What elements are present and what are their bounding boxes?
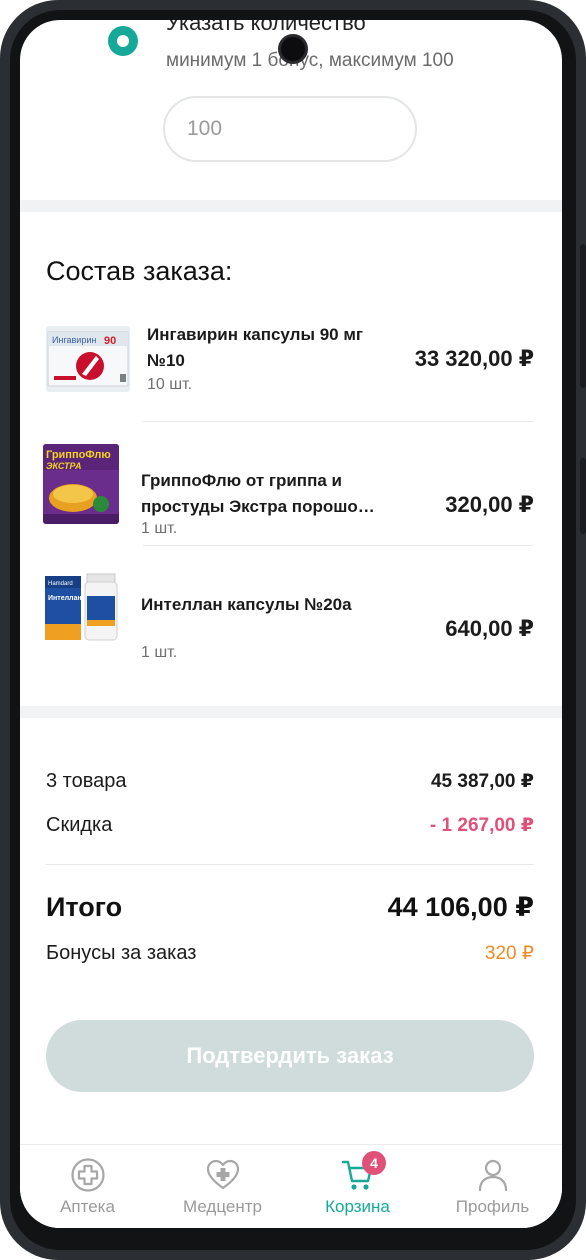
- order-item[interactable]: Hamdard Интеллан Интеллан капсулы №20а 1…: [20, 566, 562, 690]
- product-image: ГриппоФлю ЭКСТРА: [43, 444, 119, 524]
- tab-profile[interactable]: Профиль: [425, 1145, 560, 1228]
- bonus-amount-input[interactable]: [163, 96, 417, 162]
- bonus-amount-radio[interactable]: [108, 26, 138, 56]
- pharmacy-cross-icon: [70, 1158, 105, 1192]
- total-label: Итого: [46, 892, 123, 922]
- order-item[interactable]: Ингавирин 90 Ингавирин капсулы 90 мг №10…: [20, 318, 562, 442]
- tab-label: Аптека: [60, 1197, 115, 1216]
- tab-cart[interactable]: 4 Корзина: [290, 1145, 425, 1228]
- product-price: 640,00 ₽: [445, 616, 534, 641]
- summary-items-label: 3 товара: [46, 770, 127, 792]
- product-image: Hamdard Интеллан: [43, 572, 119, 644]
- tab-label: Медцентр: [183, 1197, 262, 1216]
- product-quantity: 1 шт.: [141, 644, 178, 661]
- section-divider: [20, 200, 562, 212]
- bonus-earned-label: Бонусы за заказ: [46, 942, 197, 964]
- total-row: Итого 44 106,00 ₽: [46, 892, 534, 932]
- svg-text:ГриппоФлю: ГриппоФлю: [46, 449, 111, 461]
- svg-text:ЭКСТРА: ЭКСТРА: [46, 461, 81, 471]
- bonus-option-hint: минимум 1 бонус, максимум 100: [166, 50, 454, 71]
- product-name-line1: Ингавирин капсулы 90 мг: [147, 325, 363, 344]
- bonus-option-title: Указать количество: [166, 20, 366, 35]
- total-value: 44 106,00 ₽: [387, 892, 534, 922]
- svg-text:Ингавирин: Ингавирин: [52, 335, 96, 345]
- power-button: [580, 458, 586, 534]
- product-name-line2: простуды Экстра порошо…: [141, 497, 375, 516]
- item-divider: [143, 545, 533, 546]
- confirm-order-button[interactable]: Подтвердить заказ: [46, 1020, 534, 1092]
- volume-button: [580, 244, 586, 388]
- item-divider: [143, 421, 533, 422]
- tab-pharmacy[interactable]: Аптека: [20, 1145, 155, 1228]
- svg-text:Интеллан: Интеллан: [48, 595, 82, 602]
- summary-discount-value: - 1 267,00 ₽: [429, 815, 534, 836]
- order-item[interactable]: ГриппоФлю ЭКСТРА ГриппоФлю от гриппа и п…: [20, 442, 562, 566]
- product-price: 33 320,00 ₽: [414, 346, 534, 371]
- product-quantity: 1 шт.: [141, 520, 178, 537]
- medcenter-heart-icon: [206, 1159, 239, 1190]
- summary-divider: [46, 864, 534, 865]
- bonus-earned-value: 320 ₽: [484, 943, 534, 964]
- product-quantity: 10 шт.: [147, 376, 193, 393]
- product-image: Ингавирин 90: [46, 326, 130, 392]
- svg-text:90: 90: [104, 335, 116, 347]
- tab-medcenter[interactable]: Медцентр: [155, 1145, 290, 1228]
- section-divider: [20, 706, 562, 718]
- bottom-tab-bar: Аптека Медцентр 4 Корзина Профиль: [20, 1144, 562, 1228]
- product-name-line2: №10: [147, 351, 185, 370]
- tab-label: Профиль: [455, 1197, 530, 1216]
- front-camera: [278, 34, 308, 64]
- summary-discount-row: Скидка - 1 267,00 ₽: [46, 814, 534, 844]
- summary-items-row: 3 товара 45 387,00 ₽: [46, 770, 534, 800]
- tab-label: Корзина: [325, 1197, 390, 1216]
- summary-discount-label: Скидка: [46, 814, 113, 836]
- screen: Указать количество минимум 1 бонус, макс…: [20, 20, 562, 1228]
- order-section-title: Состав заказа:: [46, 256, 233, 286]
- product-price: 320,00 ₽: [445, 492, 534, 517]
- profile-icon: [478, 1159, 507, 1192]
- cart-count-badge: 4: [362, 1151, 386, 1175]
- svg-text:Hamdard: Hamdard: [48, 581, 73, 587]
- product-name-line1: Интеллан капсулы №20а: [141, 595, 352, 614]
- bonus-earned-row: Бонусы за заказ 320 ₽: [46, 942, 534, 972]
- summary-items-value: 45 387,00 ₽: [430, 771, 534, 792]
- product-name-line1: ГриппоФлю от гриппа и: [141, 471, 342, 490]
